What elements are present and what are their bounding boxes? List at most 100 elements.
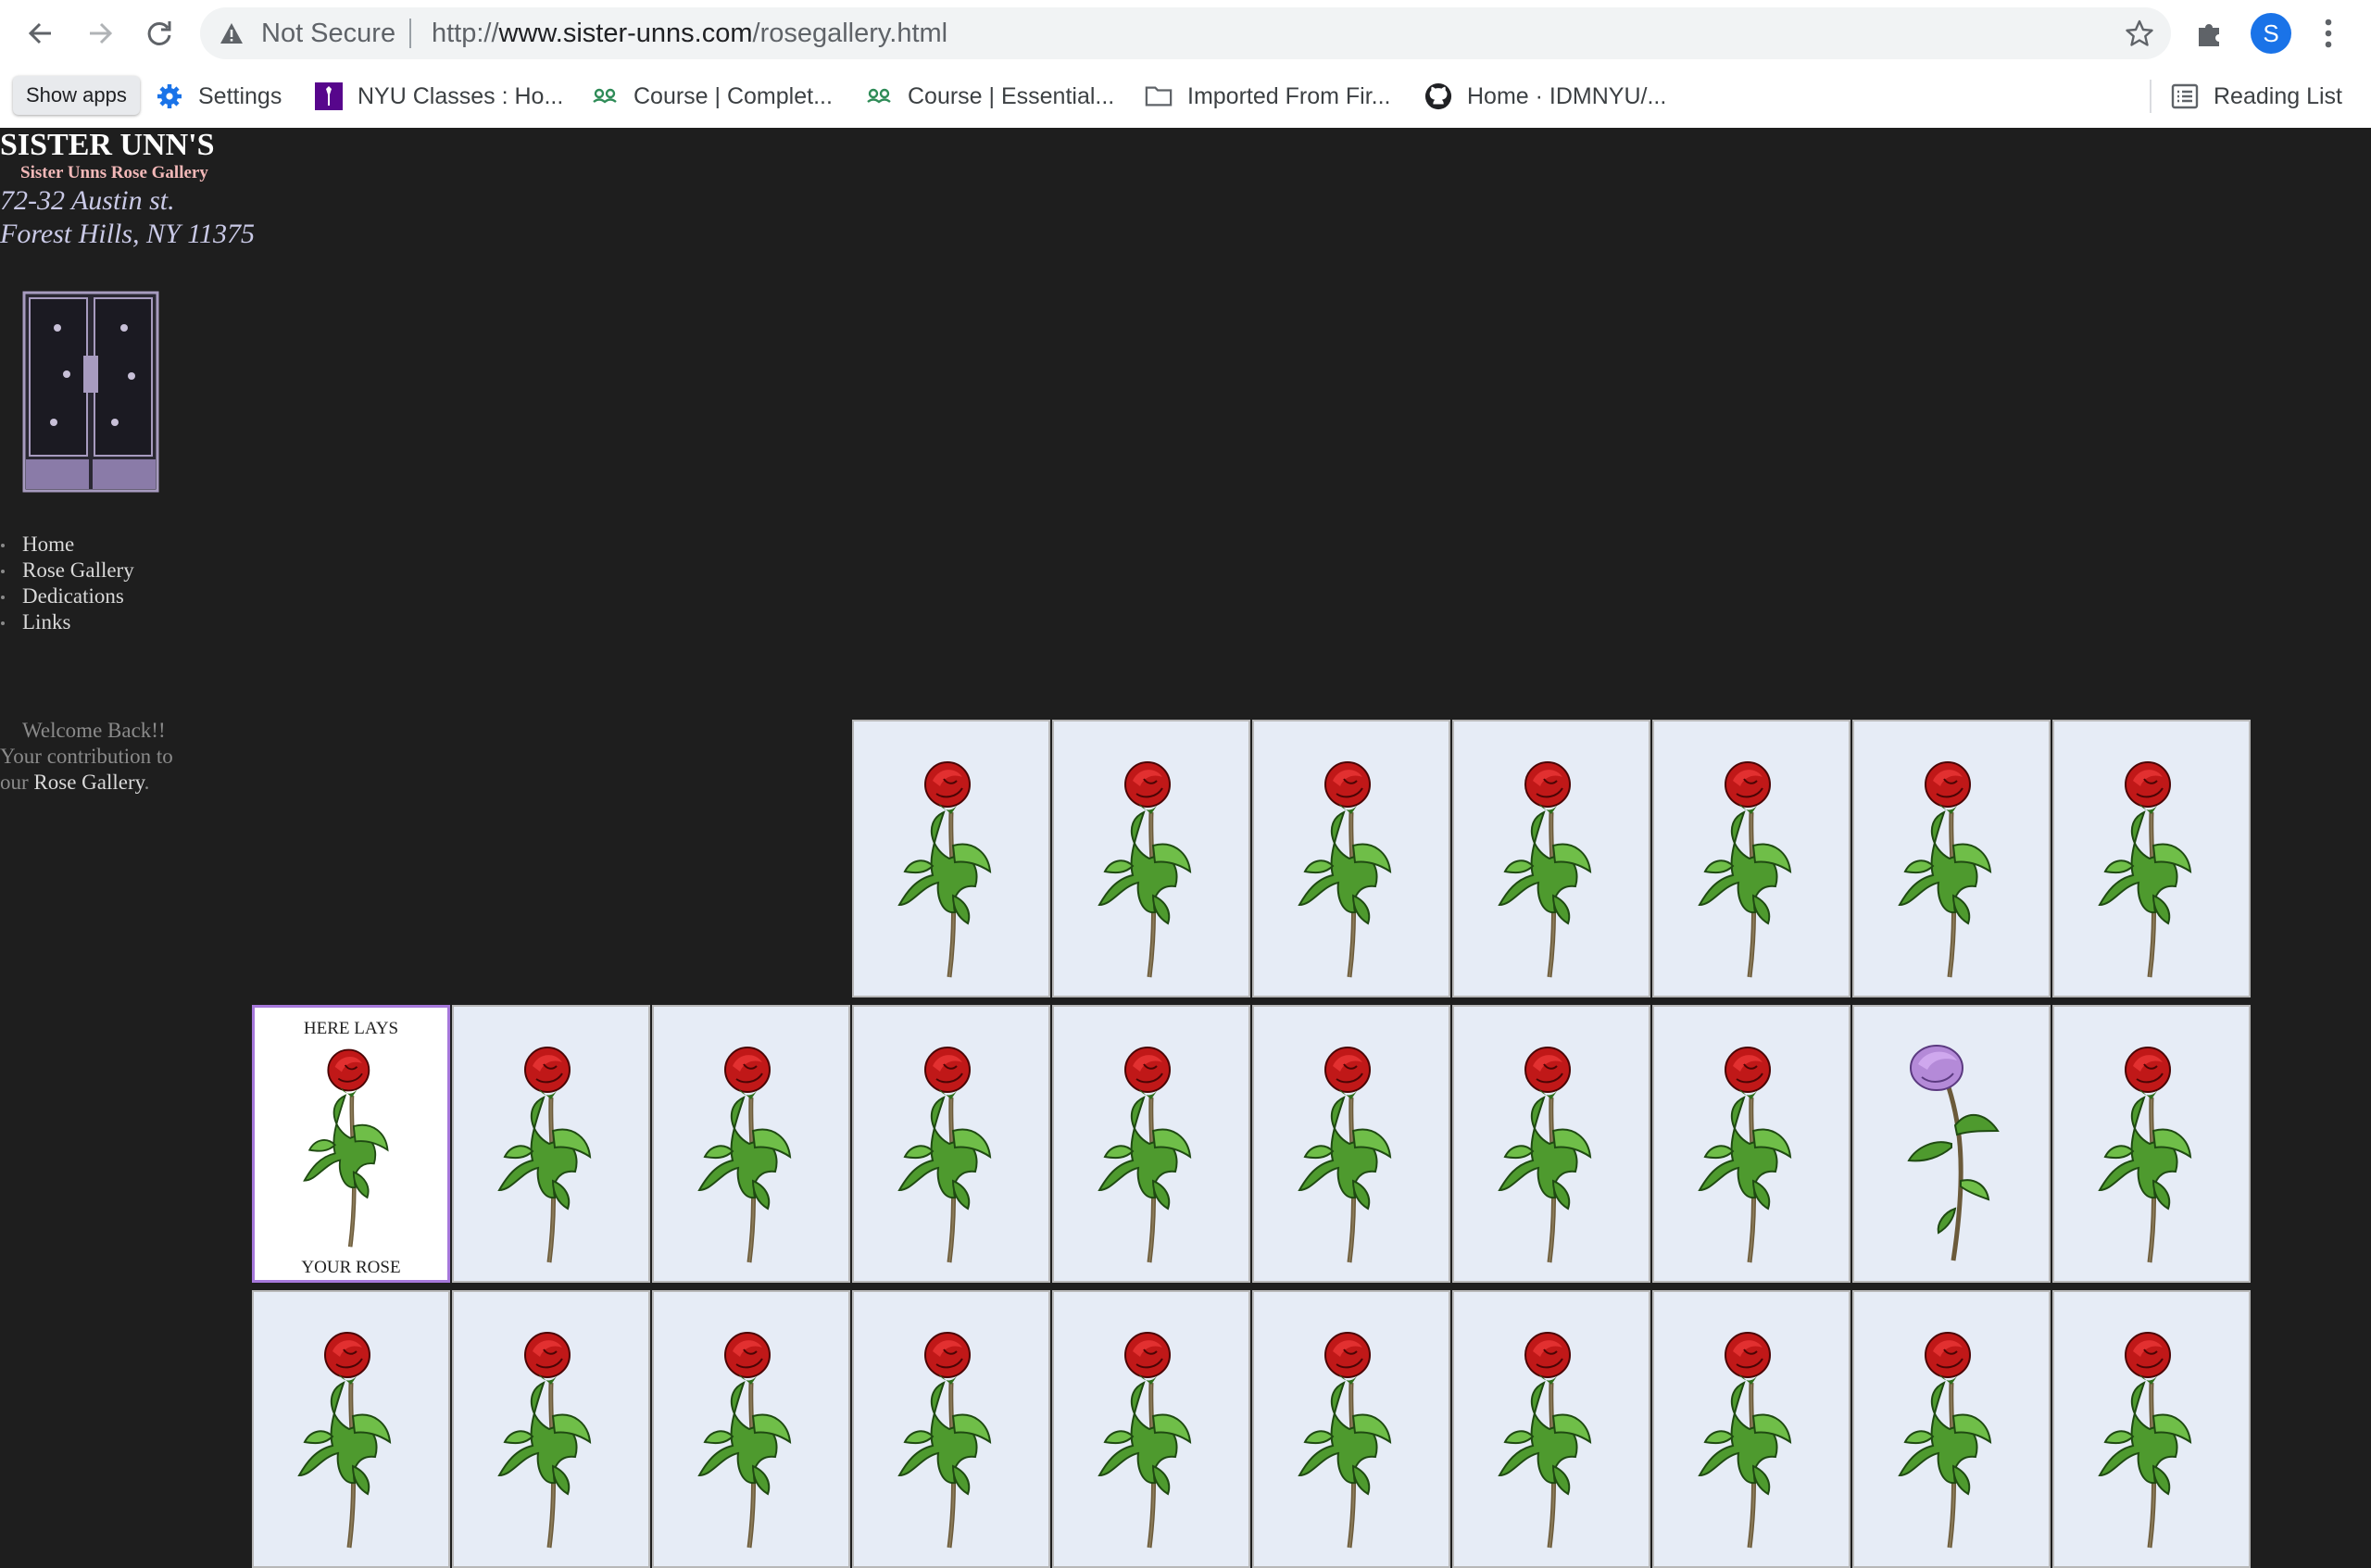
red-rose-image (2091, 1042, 2212, 1264)
rose-tile[interactable] (1052, 1290, 1250, 1568)
back-button[interactable] (19, 11, 63, 56)
red-rose-image (891, 757, 1011, 979)
rose-tile[interactable] (1652, 1290, 1850, 1568)
red-rose-image (2091, 1327, 2212, 1549)
rose-tile[interactable] (1052, 720, 1250, 997)
security-label[interactable]: Not Secure (261, 7, 395, 59)
welcome-suffix: . (144, 771, 150, 794)
rose-tile[interactable] (2052, 1290, 2251, 1568)
bookmarks-separator (2150, 80, 2151, 113)
omnibox-divider (409, 19, 411, 48)
bookmark-nyu-classes[interactable]: NYU Classes : Ho... (315, 72, 563, 120)
red-rose-image (1091, 1042, 1211, 1264)
rose-tile[interactable] (1252, 1005, 1450, 1283)
red-rose-image (1491, 757, 1612, 979)
rose-tile[interactable] (852, 1290, 1050, 1568)
red-rose-image (491, 1042, 611, 1264)
rose-tile[interactable] (652, 1290, 850, 1568)
menu-link-dedications[interactable]: Dedications (22, 584, 124, 608)
bookmark-course-essential[interactable]: Course | Essential... (865, 72, 1114, 120)
rose-tile[interactable] (1852, 720, 2051, 997)
menu-link-rose-gallery[interactable]: Rose Gallery (22, 558, 134, 582)
forward-button[interactable] (78, 11, 122, 56)
arrow-left-icon (28, 22, 51, 44)
bookmark-label: Course | Essential... (908, 82, 1115, 109)
rose-tile[interactable] (452, 1005, 650, 1283)
site-title: SISTER UNN'S (0, 128, 215, 162)
bookmark-label: NYU Classes : Ho... (358, 82, 564, 109)
menu-link-home[interactable]: Home (22, 533, 74, 556)
url-path: /rosegallery.html (752, 19, 948, 48)
rose-tile[interactable] (1652, 720, 1850, 997)
rose-tile[interactable] (2052, 1005, 2251, 1283)
reading-list-icon (2171, 82, 2199, 110)
more-options-icon[interactable] (2321, 15, 2336, 52)
address-line-2: Forest Hills, NY 11375 (0, 219, 256, 249)
reading-list-button[interactable]: Reading List (2171, 72, 2342, 120)
red-rose-image (1691, 757, 1812, 979)
puzzle-extension-icon[interactable] (2193, 17, 2227, 50)
rose-tile[interactable] (852, 720, 1050, 997)
red-rose-image (2091, 757, 2212, 979)
rose-tile-top-label: HERE LAYS (303, 1019, 399, 1038)
menu-item-dedications: Dedications (0, 583, 134, 609)
red-rose-image (491, 1327, 611, 1549)
your-rose-tile[interactable]: HERE LAYS YOUR ROSE (252, 1005, 450, 1283)
bookmark-course-complete[interactable]: Course | Complet... (591, 72, 833, 120)
edx-icon (591, 82, 619, 110)
bookmark-label: Imported From Fir... (1187, 82, 1391, 109)
bookmark-settings[interactable]: Settings (156, 72, 282, 120)
bookmark-star-icon[interactable] (2125, 19, 2154, 48)
rose-tile[interactable] (1652, 1005, 1850, 1283)
reading-list-label: Reading List (2214, 82, 2342, 109)
rose-tile[interactable] (1252, 1290, 1450, 1568)
rose-tile[interactable] (252, 1290, 450, 1568)
rose-gallery-link[interactable]: Rose Gallery (33, 771, 144, 794)
rose-tile[interactable] (1452, 1005, 1650, 1283)
rose-tile[interactable] (1852, 1290, 2051, 1568)
rose-tile[interactable] (1052, 1005, 1250, 1283)
welcome-line-3: our Rose Gallery. (0, 770, 194, 796)
menu-item-home: Home (0, 532, 134, 558)
red-rose-image (1091, 757, 1211, 979)
red-rose-image (1491, 1042, 1612, 1264)
url-host: www.sister-unns.com (498, 19, 753, 48)
bookmark-label: Home · IDMNYU/... (1467, 82, 1667, 109)
red-rose-image (1691, 1327, 1812, 1549)
url-text[interactable]: http://www.sister-unns.com/rosegallery.h… (432, 7, 947, 59)
site-menu: Home Rose Gallery Dedications Links (0, 532, 134, 635)
red-rose-image (291, 1327, 411, 1549)
red-rose-image (1291, 1042, 1411, 1264)
reload-button[interactable] (137, 11, 182, 56)
welcome-prefix: our (0, 771, 29, 794)
red-rose-image (1691, 1042, 1812, 1264)
red-rose-image (1491, 1327, 1612, 1549)
url-scheme: http:// (432, 19, 499, 48)
rose-tile[interactable] (1452, 720, 1650, 997)
red-rose-image (1091, 1327, 1211, 1549)
profile-avatar[interactable]: S (2251, 13, 2291, 54)
menu-link-links[interactable]: Links (22, 610, 70, 633)
rose-tile[interactable] (1252, 720, 1450, 997)
bookmark-label: Course | Complet... (634, 82, 833, 109)
address-bar[interactable]: Not Secure http://www.sister-unns.com/ro… (200, 7, 2171, 59)
rose-tile[interactable] (652, 1005, 850, 1283)
rose-tile[interactable] (852, 1005, 1050, 1283)
rose-cabinet-image (22, 291, 159, 493)
show-apps-button[interactable]: Show apps (13, 76, 140, 115)
bookmarks-bar: Show apps Settings NYU Classes : Ho... C… (0, 67, 2371, 129)
red-rose-image (691, 1327, 811, 1549)
rose-tile[interactable] (1852, 1005, 2051, 1283)
menu-item-links: Links (0, 609, 134, 635)
folder-icon (1145, 82, 1173, 110)
bookmark-github-home[interactable]: Home · IDMNYU/... (1424, 72, 1666, 120)
welcome-heading: Welcome Back!! (22, 719, 166, 742)
red-rose-image (1291, 757, 1411, 979)
bookmark-imported-folder[interactable]: Imported From Fir... (1145, 72, 1390, 120)
welcome-line-2: Your contribution to (0, 745, 173, 768)
rose-tile[interactable] (2052, 720, 2251, 997)
rose-tile[interactable] (1452, 1290, 1650, 1568)
rose-tile[interactable] (452, 1290, 650, 1568)
rose-tile-bottom-label: YOUR ROSE (301, 1258, 401, 1277)
github-icon (1424, 82, 1452, 110)
